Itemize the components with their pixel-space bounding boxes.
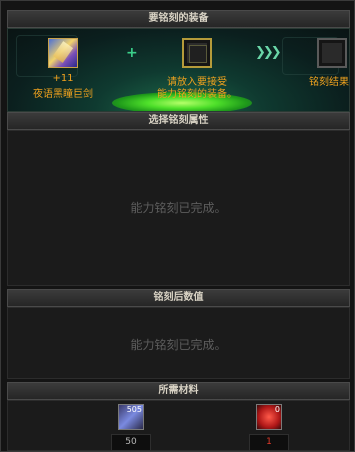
prompt-line-2: 能力铭刻的装备。 bbox=[157, 89, 237, 100]
value-status-message: 能力铭刻已完成。 bbox=[130, 338, 227, 352]
attr-status-message: 能力铭刻已完成。 bbox=[130, 201, 227, 215]
stack-count: 505 bbox=[126, 405, 142, 414]
value-section-header: 铭刻后数值 bbox=[7, 289, 350, 307]
material-panel: 505 50 0 1 bbox=[7, 400, 350, 451]
material-section-header: 所需材料 bbox=[7, 382, 350, 400]
attr-section-header: 选择铭刻属性 bbox=[7, 112, 350, 130]
red-gem-icon[interactable]: 0 bbox=[256, 404, 282, 430]
inscription-window: 要铭刻的装备 +11 夜语黑瞳巨剑 + 请放入要接受 能力铭刻的装备。 ❯❯❯ … bbox=[0, 0, 355, 452]
plus-icon: + bbox=[126, 45, 138, 61]
equip-banner: +11 夜语黑瞳巨剑 + 请放入要接受 能力铭刻的装备。 ❯❯❯ 铭刻结果 bbox=[7, 28, 350, 112]
item-name: 夜语黑瞳巨剑 bbox=[33, 89, 93, 100]
material-count: 50 bbox=[111, 434, 151, 451]
equipped-item-slot[interactable] bbox=[48, 38, 78, 68]
item-level: +11 bbox=[52, 73, 74, 84]
result-label: 铭刻结果 bbox=[309, 77, 349, 88]
attr-panel: 能力铭刻已完成。 bbox=[7, 130, 350, 286]
value-panel: 能力铭刻已完成。 bbox=[7, 307, 350, 379]
stack-count: 0 bbox=[274, 405, 280, 414]
target-equipment-slot[interactable] bbox=[182, 38, 212, 68]
equip-section-header: 要铭刻的装备 bbox=[7, 10, 350, 28]
crystal-shard-icon[interactable]: 505 bbox=[118, 404, 144, 430]
arrow-right-icon: ❯❯❯ bbox=[255, 45, 282, 60]
material-count: 1 bbox=[249, 434, 289, 451]
result-slot bbox=[317, 38, 347, 68]
sword-icon bbox=[52, 41, 74, 63]
